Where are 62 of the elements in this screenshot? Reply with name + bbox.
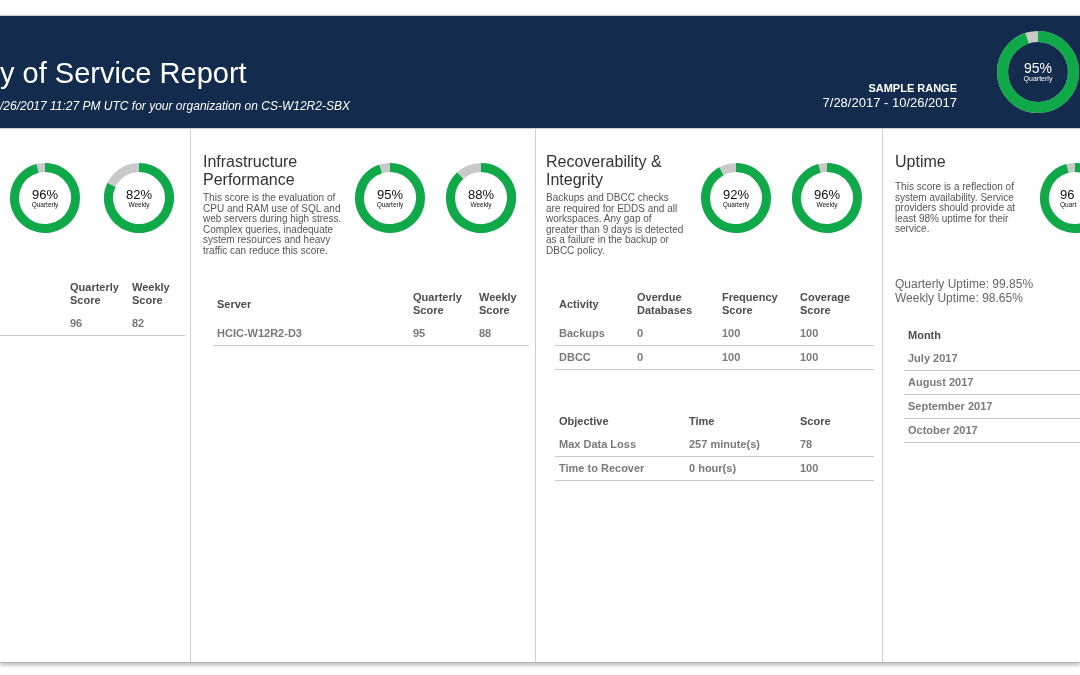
table-cell-text: 100 — [721, 351, 742, 364]
donut-gauge — [701, 163, 771, 233]
gauge-value: 92% — [723, 188, 749, 201]
table-cell-text: July 2017 — [907, 351, 959, 365]
column-header: Server — [216, 297, 253, 311]
table-cell-text: 96 — [69, 317, 84, 330]
gauge-value: 82% — [126, 188, 152, 201]
uptime-stat: Weekly Uptime: 98.65% — [895, 290, 1024, 305]
sample-range-label: SAMPLE RANGE — [867, 81, 957, 95]
panel-title: Infrastructure Performance — [203, 153, 299, 189]
donut-gauge — [104, 163, 174, 233]
report-subtitle: /26/2017 11:27 PM UTC for your organization on CS-W12R2-SBX — [0, 98, 351, 114]
table-cell-text: 0 hour(s) — [688, 462, 738, 475]
column-header: Coverage Score — [799, 291, 852, 317]
table-cell-text: 82 — [131, 317, 146, 330]
column-header: Score — [799, 415, 832, 428]
panel-description: This score is the evaluation of CPU and RAM use of SQL and web servers during high stress. Complex queries, inadequate system resources and heavy traffic can reduce this score. — [203, 193, 343, 256]
table-cell-text: 88 — [478, 327, 493, 340]
table-cell-text: Time to Recover — [558, 462, 646, 475]
donut-gauge — [792, 163, 862, 233]
column-header: Overdue Databases — [636, 291, 694, 317]
column-header: Weekly Score — [478, 291, 518, 317]
table-cell-text: 0 — [636, 327, 645, 340]
column-header: Quarterly Score — [412, 291, 463, 317]
gauge-value: 88% — [468, 188, 494, 201]
table-cell-text: 0 — [636, 351, 645, 364]
table-cell-text: DBCC — [558, 351, 592, 364]
table-cell-text: 78 — [799, 438, 814, 451]
table-cell-text: 95 — [412, 327, 427, 340]
column-header: Time — [688, 415, 716, 428]
sample-range-dates: 7/28/2017 - 10/26/2017 — [822, 95, 957, 111]
panel-title: Recoverability & Integrity — [546, 153, 663, 189]
report-title: y of Service Report — [0, 56, 248, 90]
column-header: Frequency Score — [721, 291, 779, 317]
column-header: Weekly Score — [131, 281, 171, 307]
table-cell-text: September 2017 — [907, 399, 994, 413]
donut-gauge — [446, 163, 516, 233]
table-cell-text: Max Data Loss — [558, 438, 638, 451]
panel-description: This score is a reflection of system availability. Service providers should provide at least 98% uptime for their service. — [895, 182, 1017, 235]
panel-description: Backups and DBCC checks are required for EDDS and all workspaces. Any gap of greater than 9 days is detected as a failure in the backup or DBCC policy. — [546, 193, 685, 256]
column-header: Activity — [558, 297, 600, 311]
gauge-value: 96% — [32, 188, 58, 201]
column-header: Month — [907, 328, 942, 342]
gauge-value: 96% — [814, 188, 840, 201]
gauge-value: 95% — [1024, 61, 1052, 75]
panel-title: Uptime — [895, 153, 947, 171]
table-cell-text: 100 — [721, 327, 742, 340]
table-cell-text: 100 — [799, 351, 820, 364]
table-cell-text: 100 — [799, 462, 820, 475]
table-cell-text: 257 minute(s) — [688, 438, 761, 451]
column-header: Quarterly Score — [69, 281, 120, 307]
table-cell-text: August 2017 — [907, 375, 975, 389]
table-cell-text: October 2017 — [907, 423, 979, 437]
uptime-stat: Quarterly Uptime: 99.85% — [895, 276, 1035, 291]
table-cell-text: HCIC-W12R2-D3 — [216, 327, 303, 340]
donut-gauge — [355, 163, 425, 233]
table-cell-text: Backups — [558, 327, 606, 340]
gauge-value: 96 — [1060, 188, 1075, 201]
donut-gauge — [10, 163, 80, 233]
table-cell-text: 100 — [799, 327, 820, 340]
column-header: Objective — [558, 415, 610, 428]
gauge-value: 95% — [377, 188, 403, 201]
